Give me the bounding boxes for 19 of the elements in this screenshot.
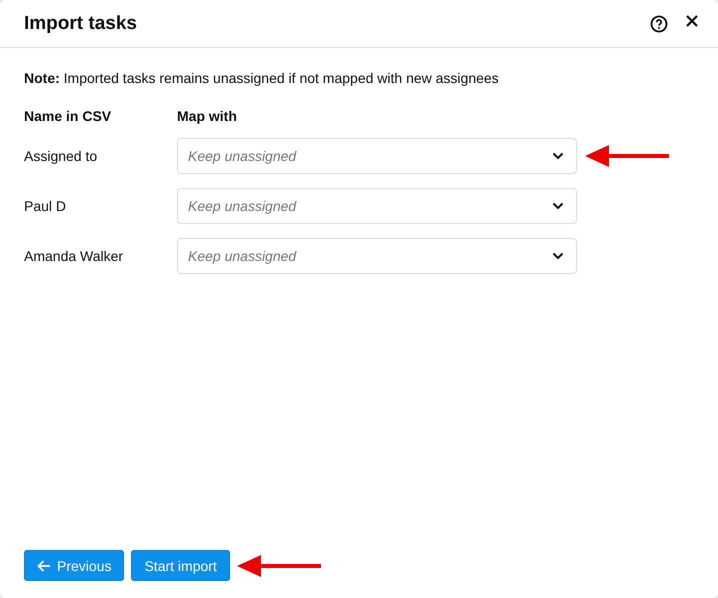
note-text: Note: Imported tasks remains unassigned if not mapped with new assignees bbox=[24, 70, 500, 86]
assignee-dropdown[interactable]: Keep unassigned bbox=[177, 188, 577, 224]
assignee-dropdown[interactable]: Keep unassigned bbox=[177, 238, 577, 274]
start-import-button[interactable]: Start import bbox=[131, 550, 230, 581]
column-header: Name in CSV bbox=[24, 108, 112, 124]
dialog-title: Import tasks bbox=[24, 12, 138, 34]
csv-name: Amanda Walker bbox=[24, 248, 124, 264]
close-icon bbox=[686, 14, 698, 26]
chevron-down-icon bbox=[552, 152, 564, 160]
previous-button[interactable]: Previous bbox=[24, 550, 124, 581]
csv-name: Assigned to bbox=[24, 148, 98, 164]
column-header: Map with bbox=[177, 108, 238, 124]
csv-name: Paul D bbox=[24, 198, 68, 214]
chevron-down-icon bbox=[552, 202, 564, 210]
chevron-down-icon bbox=[552, 252, 564, 260]
arrow-left-icon bbox=[37, 560, 51, 572]
help-button[interactable] bbox=[650, 14, 668, 32]
help-icon bbox=[650, 14, 668, 32]
assignee-dropdown[interactable]: Keep unassigned bbox=[177, 138, 577, 174]
